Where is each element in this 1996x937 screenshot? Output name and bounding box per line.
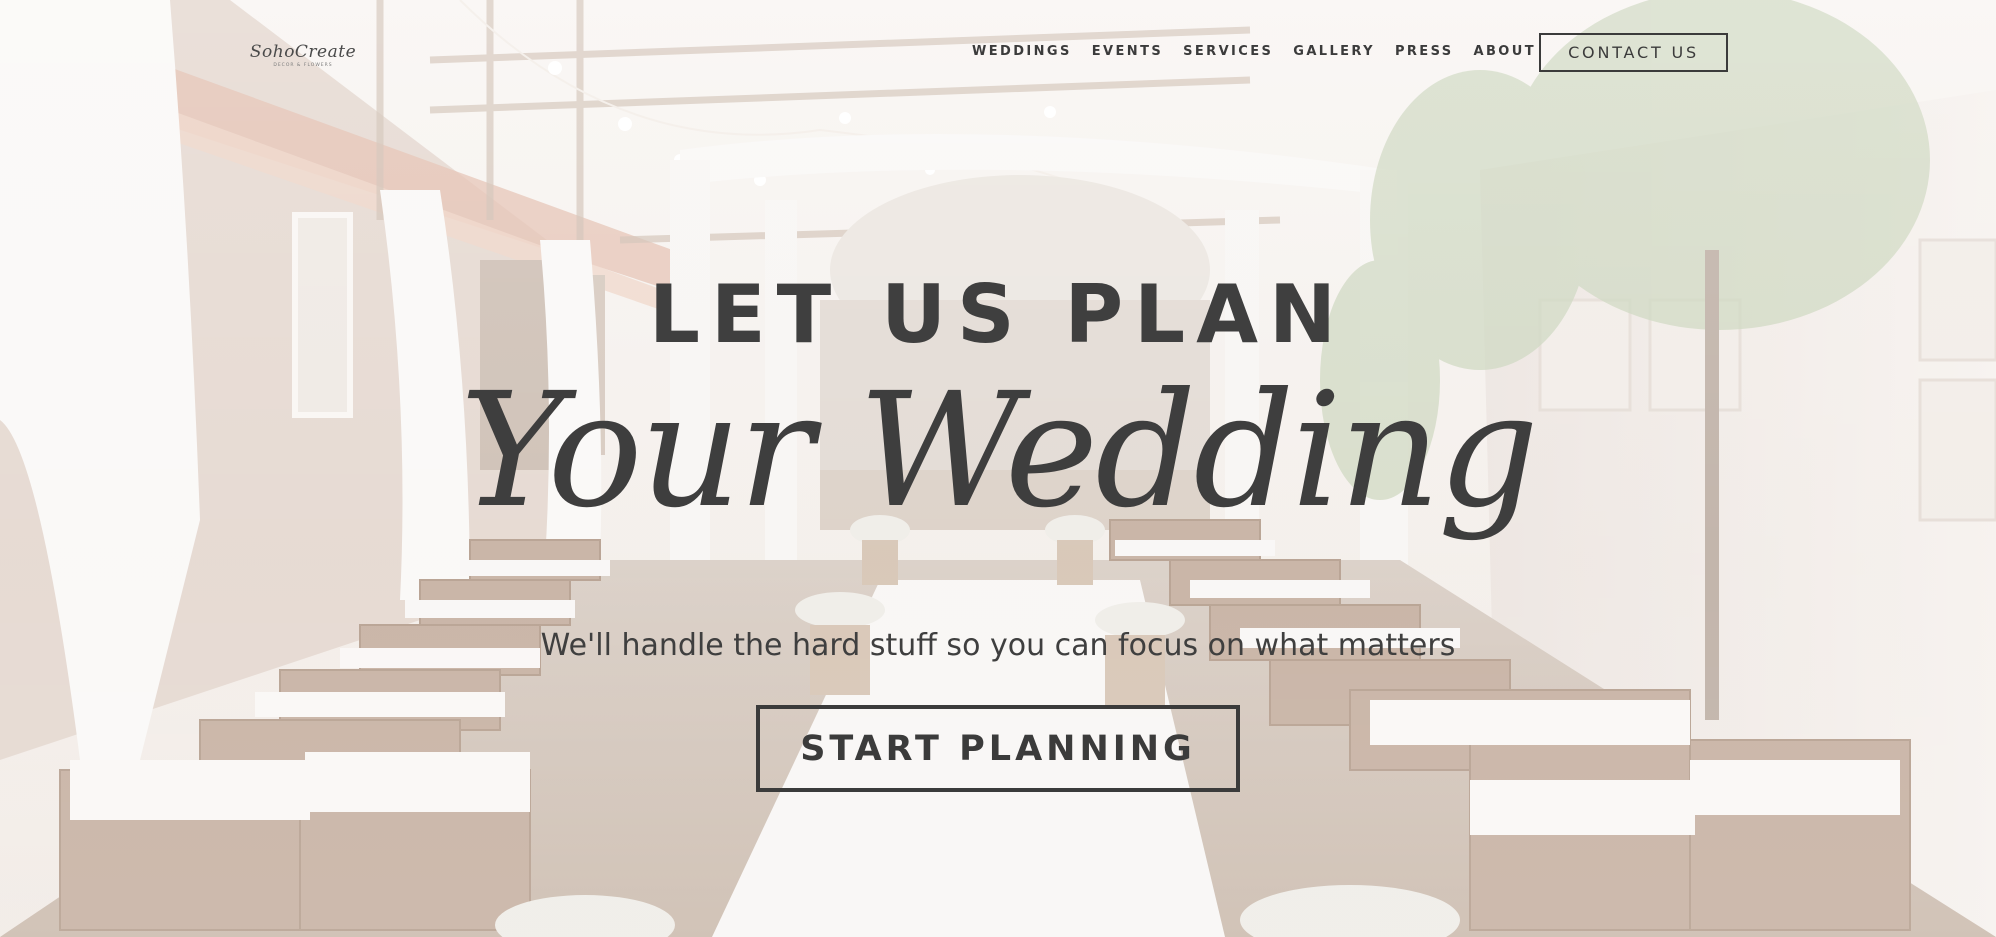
- logo-script-text: SohoCreate: [249, 41, 357, 62]
- nav-item-weddings[interactable]: WEDDINGS: [972, 44, 1072, 59]
- nav-item-services[interactable]: SERVICES: [1183, 44, 1273, 59]
- nav-item-gallery[interactable]: GALLERY: [1293, 44, 1375, 59]
- site-logo[interactable]: SohoCreate DECOR & FLOWERS: [250, 28, 356, 82]
- hero-subtitle: We'll handle the hard stuff so you can f…: [540, 628, 1456, 663]
- nav-item-press[interactable]: PRESS: [1395, 44, 1454, 59]
- contact-us-button[interactable]: CONTACT US: [1539, 33, 1728, 72]
- nav-item-events[interactable]: EVENTS: [1092, 44, 1163, 59]
- hero-script-heading: Your Wedding: [460, 359, 1539, 543]
- start-planning-button[interactable]: START PLANNING: [756, 705, 1240, 792]
- main-nav: WEDDINGS EVENTS SERVICES GALLERY PRESS A…: [972, 44, 1556, 59]
- logo-subtitle: DECOR & FLOWERS: [273, 62, 333, 68]
- nav-item-about[interactable]: ABOUT: [1474, 44, 1536, 59]
- hero-heading: LET US PLAN: [649, 268, 1347, 361]
